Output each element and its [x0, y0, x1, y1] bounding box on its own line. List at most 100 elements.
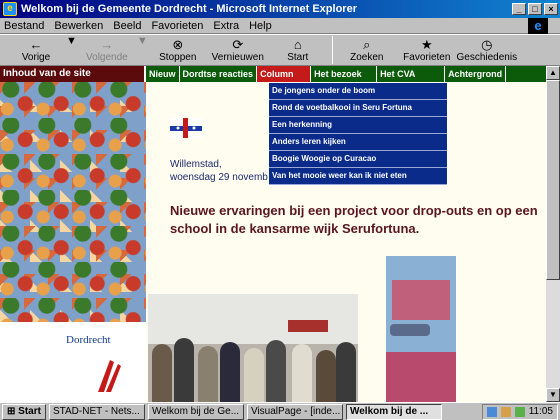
photo-person [316, 350, 336, 402]
forward-label: Volgende [86, 51, 128, 63]
refresh-label: Vernieuwen [211, 51, 264, 63]
photo-person [198, 346, 218, 402]
dordrecht-logo-mark-icon [98, 360, 121, 392]
window-title: Welkom bij de Gemeente Dordrecht - Micro… [21, 3, 357, 15]
search-icon: ⌕ [363, 36, 371, 52]
dropdown-item[interactable]: Boogie Woogie op Curacao [269, 151, 447, 168]
photo-person [152, 344, 172, 402]
scroll-down-icon[interactable]: ▼ [546, 388, 560, 402]
group-photo [148, 294, 358, 402]
back-label: Vorige [21, 51, 51, 63]
photo-house-upper [392, 280, 450, 320]
photo-person [266, 340, 286, 402]
page-viewport: Inhoud van de site Nieuw Dordtse reactie… [0, 66, 546, 402]
menu-extra[interactable]: Extra [213, 20, 239, 32]
vertical-scrollbar[interactable]: ▲ ▼ [546, 66, 560, 402]
favorites-icon: ★ [420, 36, 433, 52]
nav-dordtse-reacties[interactable]: Dordtse reacties [180, 66, 258, 82]
back-button[interactable]: ← Vorige [6, 35, 66, 65]
menu-bewerken[interactable]: Bewerken [54, 20, 103, 32]
menu-favorieten[interactable]: Favorieten [151, 20, 203, 32]
column-dropdown-menu: De jongens onder de boom Rond de voetbal… [268, 82, 448, 186]
stop-icon: ⊗ [172, 36, 184, 52]
nav-nieuw[interactable]: Nieuw [146, 66, 180, 82]
photo-car [390, 324, 430, 336]
site-navbar: Inhoud van de site Nieuw Dordtse reactie… [0, 66, 546, 82]
menu-help[interactable]: Help [249, 20, 272, 32]
scroll-up-icon[interactable]: ▲ [546, 66, 560, 80]
dropdown-item[interactable]: De jongens onder de boom [269, 83, 447, 100]
scroll-thumb[interactable] [546, 80, 560, 280]
photo-red-panel [288, 320, 328, 332]
system-tray: 11:05 [481, 403, 558, 420]
close-button[interactable]: × [544, 3, 558, 15]
antilles-flag-icon [170, 118, 202, 138]
forward-arrow-icon: → [100, 36, 114, 52]
photo-person [174, 338, 194, 402]
taskbar-item-welkom-1[interactable]: Welkom bij de Ge... [147, 403, 244, 420]
start-label: Start [18, 405, 41, 417]
taskbar-item-visualpage[interactable]: VisualPage - [inde... [246, 403, 343, 420]
ie-logo-icon: e [528, 18, 548, 34]
nav-het-cva[interactable]: Het CVA [377, 66, 446, 82]
nav-het-bezoek[interactable]: Het bezoek [311, 66, 378, 82]
menu-beeld[interactable]: Beeld [113, 20, 141, 32]
clock[interactable]: 11:05 [529, 406, 553, 417]
photo-person [244, 348, 264, 402]
photo-person [292, 344, 312, 402]
search-button[interactable]: ⌕ Zoeken [337, 35, 397, 65]
taskbar-item-welkom-2[interactable]: Welkom bij de ... [345, 403, 442, 420]
back-arrow-icon: ← [29, 36, 43, 52]
refresh-icon: ⟳ [232, 36, 244, 52]
ie-app-icon: e [3, 2, 17, 16]
date-text: woensdag 29 november [170, 172, 277, 183]
taskbar-item-stadnet[interactable]: STAD-NET - Nets... [48, 403, 145, 420]
favorites-label: Favorieten [403, 51, 451, 63]
taskbar: ⊞ Start STAD-NET - Nets... Welkom bij de… [0, 402, 560, 420]
menu-bar: Bestand Bewerken Beeld Favorieten Extra … [0, 18, 560, 34]
home-label: Start [287, 51, 309, 63]
menu-bestand[interactable]: Bestand [4, 20, 44, 32]
dropdown-item[interactable]: Een herkenning [269, 117, 447, 134]
history-icon: ◷ [481, 36, 493, 52]
sidebar-title[interactable]: Inhoud van de site [0, 66, 146, 82]
refresh-button[interactable]: ⟳ Vernieuwen [208, 35, 268, 65]
photo-house-lower [386, 352, 456, 402]
title-bar: e Welkom bij de Gemeente Dordrecht - Mic… [0, 0, 560, 18]
photo-person [220, 342, 240, 402]
tray-icon[interactable] [500, 406, 511, 417]
maximize-button[interactable]: □ [528, 3, 542, 15]
forward-button[interactable]: → Volgende [77, 35, 137, 65]
dateline: Willemstad, woensdag 29 november [170, 158, 277, 184]
dordrecht-logo[interactable]: Dordrecht [0, 322, 146, 402]
toolbar: ← Vorige ▼ → Volgende ▼ ⊗ Stoppen ⟳ Vern… [0, 34, 560, 66]
toolbar-separator [331, 36, 333, 64]
sidebar-pattern-image [0, 82, 146, 322]
windows-logo-icon: ⊞ [7, 405, 16, 417]
dropdown-item[interactable]: Van het mooie weer kan ik niet eten [269, 168, 447, 185]
dropdown-item[interactable]: Rond de voetbalkooi in Seru Fortuna [269, 100, 447, 117]
forward-dropdown-icon[interactable]: ▼ [137, 35, 148, 47]
place-text: Willemstad, [170, 159, 222, 170]
stop-button[interactable]: ⊗ Stoppen [148, 35, 208, 65]
photo-person [336, 342, 356, 402]
home-icon: ⌂ [293, 36, 302, 52]
photo-wall [148, 294, 358, 344]
dropdown-item[interactable]: Anders leren kijken [269, 134, 447, 151]
search-label: Zoeken [350, 51, 384, 63]
page-headline: Nieuwe ervaringen bij een project voor d… [170, 203, 538, 236]
nav-achtergrond[interactable]: Achtergrond [445, 66, 507, 82]
tray-icon[interactable] [486, 406, 497, 417]
nav-column[interactable]: Column [257, 66, 312, 82]
back-dropdown-icon[interactable]: ▼ [66, 35, 77, 47]
start-button[interactable]: ⊞ Start [2, 403, 46, 420]
history-button[interactable]: ◷ Geschiedenis [456, 35, 518, 65]
logo-text: Dordrecht [66, 334, 111, 346]
curacao-houses-photo [386, 256, 456, 402]
minimize-button[interactable]: _ [512, 3, 526, 15]
home-button[interactable]: ⌂ Start [268, 35, 328, 65]
history-label: Geschiedenis [456, 51, 518, 63]
favorites-button[interactable]: ★ Favorieten [397, 35, 457, 65]
stop-label: Stoppen [159, 51, 197, 63]
tray-icon[interactable] [514, 406, 525, 417]
